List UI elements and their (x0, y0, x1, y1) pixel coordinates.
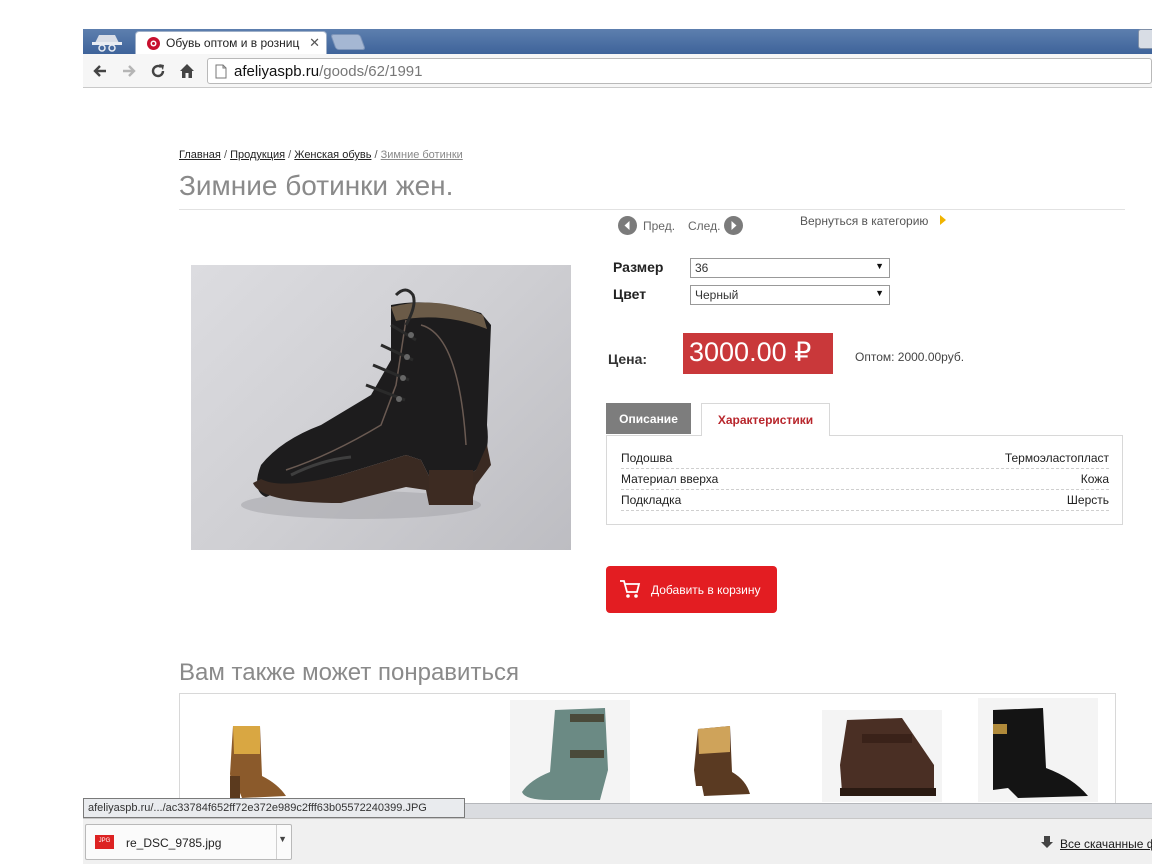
recommended-product-thumb[interactable] (978, 698, 1098, 802)
cart-icon (620, 580, 641, 598)
breadcrumb: Главная / Продукция / Женская обувь / Зи… (179, 149, 463, 161)
prev-link[interactable]: Пред. (643, 219, 675, 233)
spec-row: Подкладка Шерсть (621, 490, 1109, 511)
tab-strip: Обувь оптом и в розниц ✕ (83, 29, 1152, 54)
next-link[interactable]: След. (688, 219, 720, 233)
spec-key: Подошва (621, 451, 673, 465)
size-select[interactable]: 36 ▼ (690, 258, 890, 278)
browser-toolbar: afeliyaspb.ru/goods/62/1991 (83, 54, 1152, 88)
size-label: Размер (613, 259, 664, 275)
download-item[interactable]: JPG re_DSC_9785.jpg ▼ (85, 824, 292, 860)
price-badge: 3000.00 ₽ (683, 333, 833, 374)
spec-value: Шерсть (1066, 493, 1109, 507)
download-arrow-icon (1041, 836, 1053, 848)
price-label: Цена: (608, 351, 648, 367)
boot-illustration (241, 288, 491, 519)
color-select[interactable]: Черный ▼ (690, 285, 890, 305)
tab-close-icon[interactable]: ✕ (309, 35, 320, 51)
recommendations-title: Вам также может понравиться (179, 659, 519, 686)
breadcrumb-products-link[interactable]: Продукция (230, 149, 285, 161)
recommended-product-thumb[interactable] (198, 704, 293, 804)
forward-arrow-icon[interactable] (120, 62, 138, 80)
all-downloads-link[interactable]: Все скачанные ф (1060, 837, 1152, 851)
url-text: afeliyaspb.ru/goods/62/1991 (234, 63, 423, 80)
recommended-product-thumb[interactable] (510, 700, 630, 810)
incognito-icon (92, 35, 122, 52)
breadcrumb-home-link[interactable]: Главная (179, 149, 221, 161)
spec-row: Подошва Термоэластопласт (621, 448, 1109, 469)
download-file-name: re_DSC_9785.jpg (126, 836, 222, 850)
add-to-cart-label: Добавить в корзину (651, 583, 761, 597)
triangle-right-icon (940, 215, 946, 225)
reload-icon[interactable] (149, 62, 167, 80)
dropdown-arrow-icon: ▼ (875, 288, 884, 298)
tab-title: Обувь оптом и в розниц (166, 36, 300, 50)
browser-window: Обувь оптом и в розниц ✕ afeliyaspb.ru/g… (0, 0, 1152, 864)
specifications-panel: Подошва Термоэластопласт Материал вверха… (606, 435, 1123, 525)
breadcrumb-women-shoes-link[interactable]: Женская обувь (294, 149, 371, 161)
back-arrow-icon[interactable] (91, 62, 109, 80)
wholesale-price: Оптом: 2000.00руб. (855, 350, 965, 364)
dropdown-arrow-icon: ▼ (875, 261, 884, 271)
site-favicon-icon (147, 37, 160, 50)
spec-key: Подкладка (621, 493, 682, 507)
tab-specifications[interactable]: Характеристики (701, 403, 830, 436)
breadcrumb-current-link[interactable]: Зимние ботинки (381, 149, 463, 161)
spec-row: Материал вверха Кожа (621, 469, 1109, 490)
download-menu-caret-icon[interactable]: ▼ (278, 834, 287, 844)
recommended-product-thumb[interactable] (822, 710, 942, 802)
page-title: Зимние ботинки жен. (179, 170, 454, 201)
address-bar[interactable]: afeliyaspb.ru/goods/62/1991 (207, 58, 1152, 84)
download-shelf: JPG re_DSC_9785.jpg ▼ Все скачанные ф (83, 818, 1152, 864)
spec-value: Термоэластопласт (1004, 451, 1109, 465)
recommendations-carousel (179, 693, 1116, 813)
size-value: 36 (695, 261, 709, 275)
new-tab-button[interactable] (330, 34, 366, 50)
add-to-cart-button[interactable]: Добавить в корзину (606, 566, 777, 613)
status-bar-url: afeliyaspb.ru/.../ac33784f652ff72e372e98… (83, 798, 465, 818)
product-image[interactable] (191, 265, 571, 550)
title-divider (179, 209, 1125, 210)
window-minimize-button[interactable] (1138, 29, 1152, 49)
tab-active[interactable]: Обувь оптом и в розниц ✕ (135, 31, 327, 54)
spec-key: Материал вверха (621, 472, 719, 486)
prev-arrow-icon[interactable] (618, 216, 637, 235)
page-icon (215, 64, 227, 79)
recommended-product-thumb[interactable] (680, 704, 760, 804)
jpg-file-icon: JPG (95, 835, 114, 849)
color-value: Черный (695, 288, 739, 302)
color-label: Цвет (613, 286, 647, 302)
home-icon[interactable] (178, 62, 196, 80)
tab-description[interactable]: Описание (606, 403, 691, 434)
back-to-category-link[interactable]: Вернуться в категорию (800, 214, 928, 228)
spec-value: Кожа (1080, 472, 1109, 486)
next-arrow-icon[interactable] (724, 216, 743, 235)
